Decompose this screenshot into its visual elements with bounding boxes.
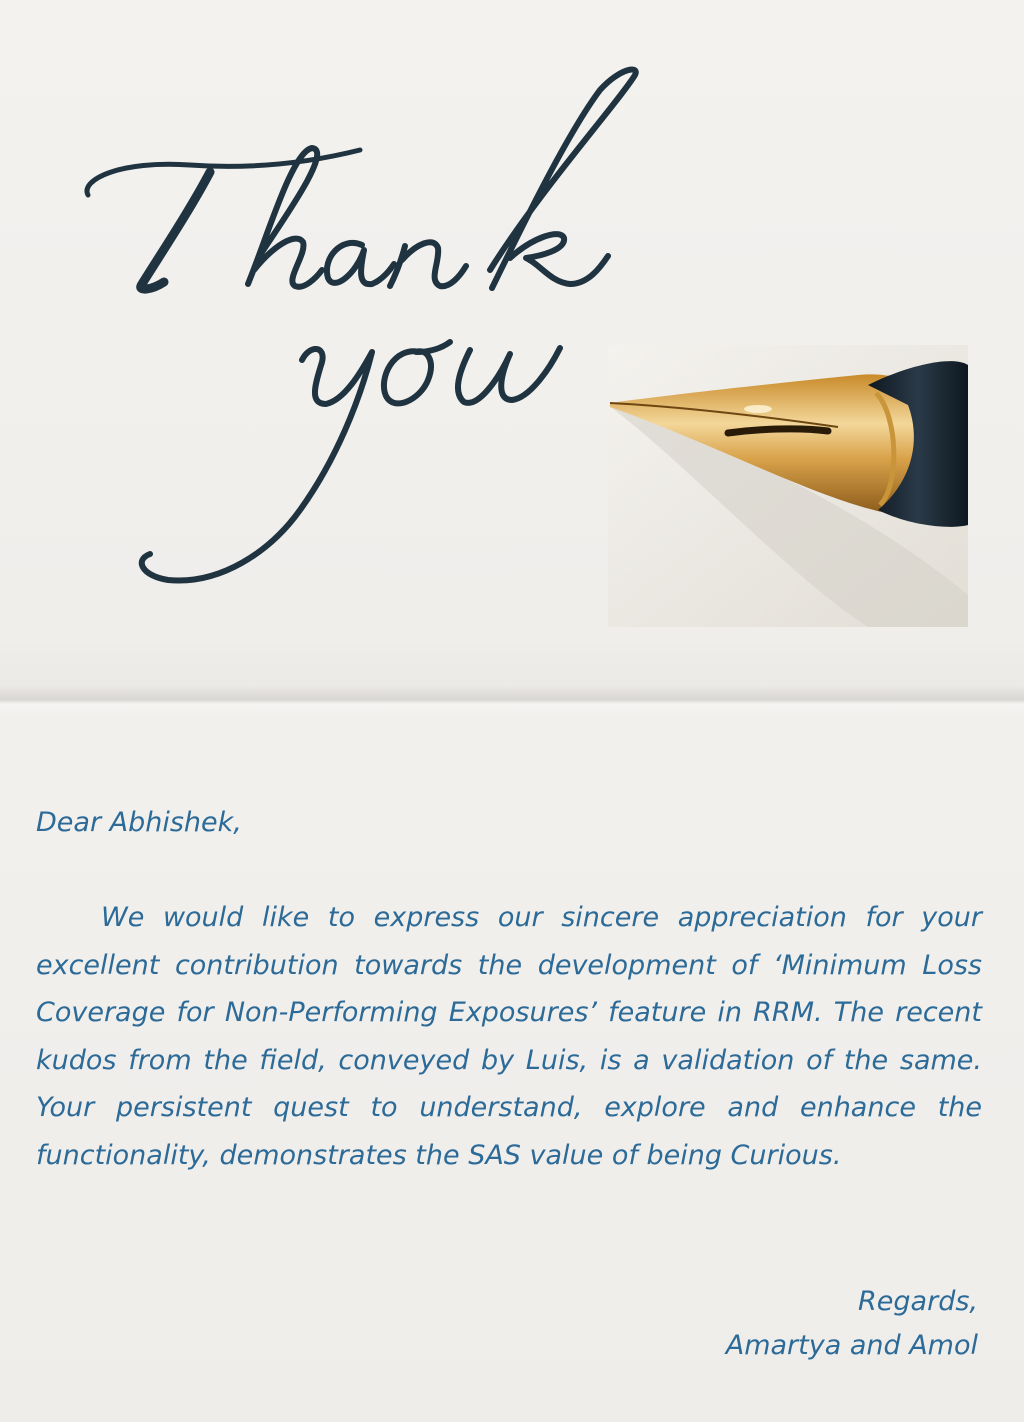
letter-body: Dear Abhishek, We would like to express … [36, 800, 982, 1179]
signature: Amartya and Amol [725, 1330, 978, 1361]
thank-you-card: Dear Abhishek, We would like to express … [0, 0, 1024, 1422]
salutation: Dear Abhishek, [36, 807, 242, 838]
appreciation-paragraph: We would like to express our sincere app… [36, 902, 982, 1171]
letter-closing: Regards, Amartya and Amol [726, 1280, 978, 1368]
card-fold-line [0, 686, 1024, 716]
thank-you-script-heading [84, 66, 639, 584]
closing-line: Regards, [858, 1286, 978, 1317]
fountain-pen-icon [608, 345, 968, 627]
